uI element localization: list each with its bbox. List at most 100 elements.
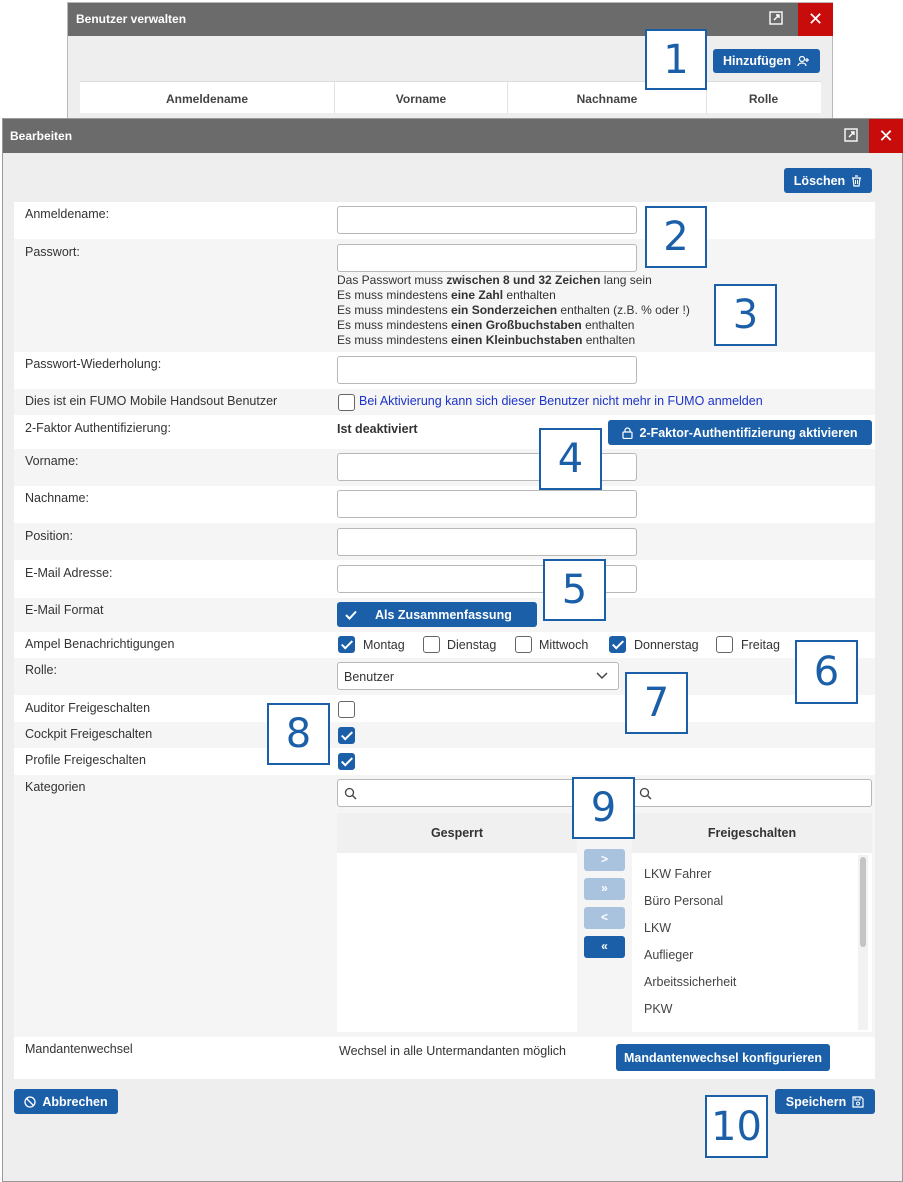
day-checkbox-montag[interactable] [338,636,355,653]
callout-6: 6 [795,640,858,704]
password-hint: Es muss mindestens einen Kleinbuchstaben… [337,333,636,347]
auditor-checkbox[interactable] [338,701,355,718]
save-button-label: Speichern [785,1094,847,1109]
password-input[interactable] [337,244,637,272]
chevron-down-icon [596,672,608,680]
blocked-search-input[interactable] [337,779,577,807]
delete-button[interactable]: Löschen [784,168,872,193]
list-item[interactable]: PKW [644,1002,672,1016]
day-label: Donnerstag [634,638,699,652]
callout-10: 10 [705,1095,768,1158]
day-checkbox-dienstag[interactable] [423,636,440,653]
categories-label: Kategorien [25,780,86,794]
lastname-input[interactable] [337,490,637,518]
email-label: E-Mail Adresse: [25,566,113,580]
list-item[interactable]: LKW Fahrer [644,867,711,881]
password-hint: Es muss mindestens eine Zahl enthalten [337,288,556,302]
lock-icon [622,426,634,439]
delete-button-label: Löschen [793,173,846,188]
cancel-button[interactable]: Abbrechen [14,1089,118,1114]
profile-checkbox[interactable] [338,753,355,770]
password-hint: Es muss mindestens einen Großbuchstaben … [337,318,635,332]
maximize-icon[interactable] [769,11,785,27]
callout-2: 2 [645,206,707,268]
day-checkbox-donnerstag[interactable] [609,636,626,653]
traffic-light-label: Ampel Benachrichtigungen [25,637,175,651]
enable-twofa-button[interactable]: 2-Faktor-Authentifizierung aktivieren [608,420,872,445]
unlocked-search-input[interactable] [632,779,872,807]
callout-1: 1 [645,29,707,90]
unlocked-list-header: Freigeschalten [632,813,872,853]
callout-8: 8 [267,703,330,765]
day-label: Dienstag [447,638,497,652]
callout-3: 3 [714,284,777,346]
callout-7: 7 [625,672,688,734]
email-format-value: Als Zusammenfassung [375,607,512,622]
username-label: Anmeldename: [25,207,110,221]
day-label: Montag [363,638,405,652]
twofa-status: Ist deaktiviert [337,422,418,436]
position-label: Position: [25,529,73,543]
add-button-label: Hinzufügen [722,54,792,68]
configure-client-switch-button[interactable]: Mandantenwechsel konfigurieren [616,1044,830,1071]
password-repeat-input[interactable] [337,356,637,384]
save-button[interactable]: Speichern [775,1089,875,1114]
list-item[interactable]: Auflieger [644,948,693,962]
list-item[interactable]: Büro Personal [644,894,723,908]
add-user-button[interactable]: Hinzufügen [713,49,820,73]
role-select[interactable]: Benutzer [337,662,619,690]
list-item[interactable]: Arbeitssicherheit [644,975,736,989]
profile-label: Profile Freigeschalten [25,753,146,767]
cockpit-label: Cockpit Freigeschalten [25,727,153,741]
client-switch-label: Mandantenwechsel [25,1042,133,1056]
cockpit-checkbox[interactable] [338,727,355,744]
move-all-left-button[interactable]: « [584,936,625,958]
search-icon [639,787,652,800]
close-icon[interactable]: ✕ [869,119,903,153]
lastname-label: Nachname: [25,491,89,505]
scrollbar-thumb[interactable] [860,857,866,947]
cancel-icon [24,1095,36,1108]
firstname-label: Vorname: [25,454,79,468]
password-hints: Das Passwort muss zwischen 8 und 32 Zeic… [337,273,690,348]
password-label: Passwort: [25,245,80,259]
search-icon [344,787,357,800]
email-format-label: E-Mail Format [25,603,104,617]
mobile-user-label: Dies ist ein FUMO Mobile Handsout Benutz… [25,394,278,408]
list-item[interactable]: LKW [644,921,671,935]
day-checkbox-mittwoch[interactable] [515,636,532,653]
callout-5: 5 [543,559,606,621]
add-user-icon [797,55,810,67]
auditor-label: Auditor Freigeschalten [25,701,151,715]
mobile-user-checkbox[interactable] [338,394,355,411]
maximize-icon[interactable] [844,128,860,144]
close-icon[interactable]: ✕ [798,3,833,36]
client-switch-value: Wechsel in alle Untermandanten möglich [339,1044,566,1058]
window-title: Benutzer verwalten [68,3,832,36]
callout-4: 4 [539,428,602,490]
user-manager-window: Benutzer verwalten ✕ Hinzufügen Anmelden… [67,2,833,122]
users-table-header: Anmeldename Vorname Nachname Rolle [80,81,821,114]
day-label: Mittwoch [539,638,589,652]
password-repeat-label: Passwort-Wiederholung: [25,357,162,371]
day-checkbox-freitag[interactable] [716,636,733,653]
trash-icon [852,174,862,187]
blocked-list-header: Gesperrt [337,813,577,853]
twofa-button-label: 2-Faktor-Authentifizierung aktivieren [639,425,858,440]
username-input[interactable] [337,206,637,234]
scrollbar[interactable] [858,855,868,1030]
move-right-button[interactable]: > [584,849,625,871]
position-input[interactable] [337,528,637,556]
column-header[interactable]: Anmeldename [80,82,335,114]
move-all-right-button[interactable]: » [584,878,625,900]
client-switch-button-label: Mandantenwechsel konfigurieren [624,1050,822,1065]
cancel-button-label: Abbrechen [42,1094,108,1109]
column-header[interactable]: Vorname [335,82,508,114]
move-left-button[interactable]: < [584,907,625,929]
email-format-toggle[interactable]: Als Zusammenfassung [337,602,537,627]
twofa-label: 2-Faktor Authentifizierung: [25,421,171,435]
callout-9: 9 [572,777,635,839]
check-icon [345,610,357,620]
blocked-list[interactable] [337,853,577,1032]
column-header[interactable]: Rolle [707,82,820,114]
